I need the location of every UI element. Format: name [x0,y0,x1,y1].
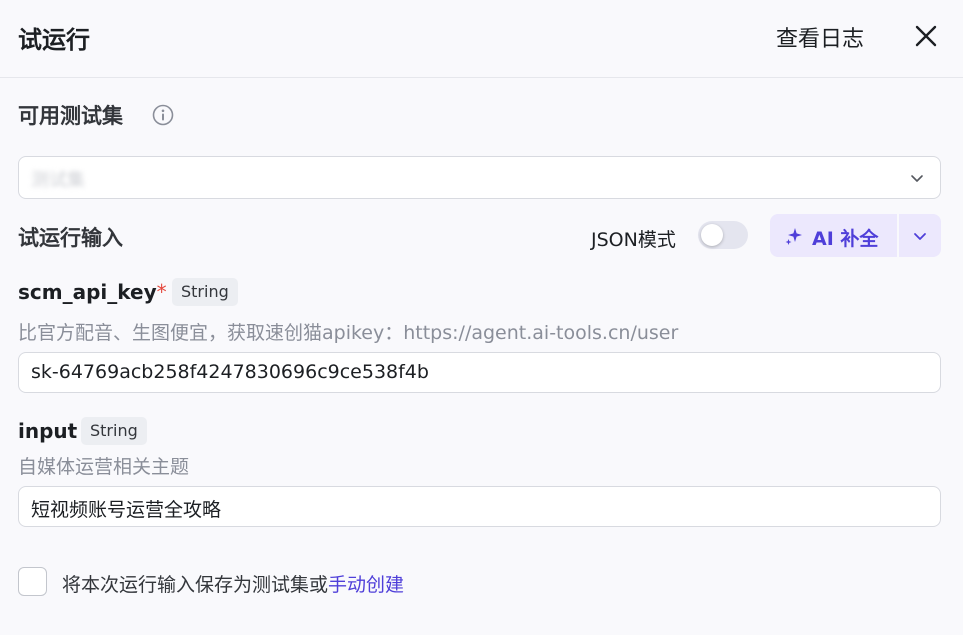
panel-header: 试运行 查看日志 [0,0,963,78]
save-text: 将本次运行输入保存为测试集或 [62,574,329,596]
ai-fill-label: AI 补全 [812,228,879,250]
ai-fill-button[interactable]: AI 补全 [770,214,897,257]
param-name-text: scm_api_key [18,280,157,304]
type-badge: String [172,278,238,306]
ai-fill-dropdown-button[interactable] [899,214,941,257]
chevron-down-icon [911,175,923,182]
json-mode-toggle[interactable] [698,221,748,249]
manual-create-link[interactable]: 手动创建 [328,574,404,596]
scm-api-key-input[interactable]: sk-64769acb258f4247830696c9ce538f4b [18,352,941,393]
param-name-scm-api-key: scm_api_key* [18,280,167,304]
test-set-label: 可用测试集 [18,104,123,128]
json-mode-label: JSON模式 [591,229,676,251]
save-as-test-set-checkbox[interactable] [18,567,47,596]
close-button[interactable] [910,20,942,52]
test-set-selected-value: 测试集 [31,170,85,191]
toggle-knob [701,224,723,246]
input-value: 短视频账号运营全攻略 [31,499,222,521]
param-name-input: input [18,419,78,443]
close-icon [915,25,937,47]
save-as-test-set-label: 将本次运行输入保存为测试集或手动创建 [62,570,404,597]
panel-title: 试运行 [18,26,90,54]
param-description: 比官方配音、生图便宜，获取速创猫apikey：https://agent.ai-… [18,322,679,344]
required-mark: * [156,280,167,304]
input-field[interactable]: 短视频账号运营全攻略 [18,486,941,527]
input-value: sk-64769acb258f4247830696c9ce538f4b [31,361,429,383]
test-set-select[interactable]: 测试集 [18,156,941,199]
chevron-down-icon [914,233,926,240]
run-input-label: 试运行输入 [18,226,123,250]
type-badge: String [81,417,147,445]
info-icon[interactable] [152,104,174,126]
param-description: 自媒体运营相关主题 [18,456,190,478]
view-logs-button[interactable]: 查看日志 [776,21,864,53]
sparkle-icon [785,228,802,245]
